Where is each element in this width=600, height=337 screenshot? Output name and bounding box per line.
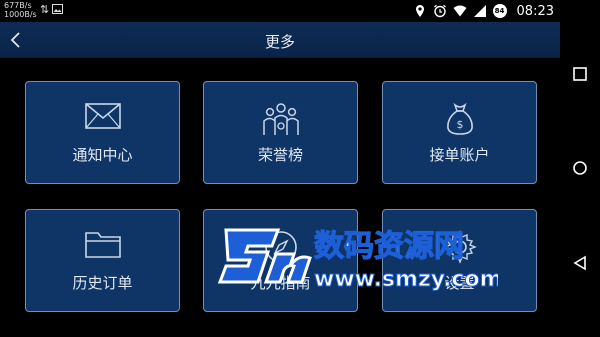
tile-settings[interactable]: 设置 [382,209,537,312]
image-icon [52,4,63,17]
signal-icon [473,5,486,17]
wifi-icon [453,5,467,17]
tile-label: 荣誉榜 [257,146,303,164]
tile-guide[interactable]: 九九指南 [203,209,358,312]
network-speed: 677B/s 1000B/s [4,1,37,19]
tile-order-history[interactable]: 历史订单 [25,209,180,312]
envelope-icon [84,103,121,129]
tile-notification-center[interactable]: 通知中心 [25,81,180,184]
folder-icon [84,232,121,258]
home-icon[interactable] [572,160,588,176]
tile-order-account[interactable]: $ 接单账户 [382,81,537,184]
clock: 08:23 [516,3,554,19]
trophy-people-icon [262,103,299,135]
tile-label: 通知中心 [72,146,133,164]
data-transfer-icon: ⇅ [40,3,50,16]
tile-honor-roll[interactable]: 荣誉榜 [203,81,358,184]
page-title: 更多 [264,33,295,51]
gear-icon [442,230,477,264]
net-speed-down: 1000B/s [4,10,37,19]
back-nav-icon[interactable] [572,255,588,271]
battery-badge: 84 [492,4,507,18]
tile-label: 历史订单 [72,274,133,292]
tile-label: 接单账户 [429,146,490,164]
tile-label: 设置 [444,274,475,292]
alarm-icon [433,4,446,18]
money-bag-icon: $ [446,102,473,135]
status-icons: 84 08:23 [413,3,554,19]
location-icon [415,5,424,17]
app-header: 更多 [0,22,560,58]
compass-icon [264,231,297,263]
svg-text:$: $ [456,118,463,131]
menu-grid: 通知中心 荣誉榜 $ 接单账户 历史订单 九九指南 设置 数码资源网 www.s… [0,58,560,337]
net-speed-up: 677B/s [4,1,32,10]
tile-label: 九九指南 [250,274,311,292]
recent-apps-icon[interactable] [572,66,588,82]
navigation-bar [560,0,600,337]
status-bar: 677B/s 1000B/s ⇅ 84 08:23 [0,0,560,22]
